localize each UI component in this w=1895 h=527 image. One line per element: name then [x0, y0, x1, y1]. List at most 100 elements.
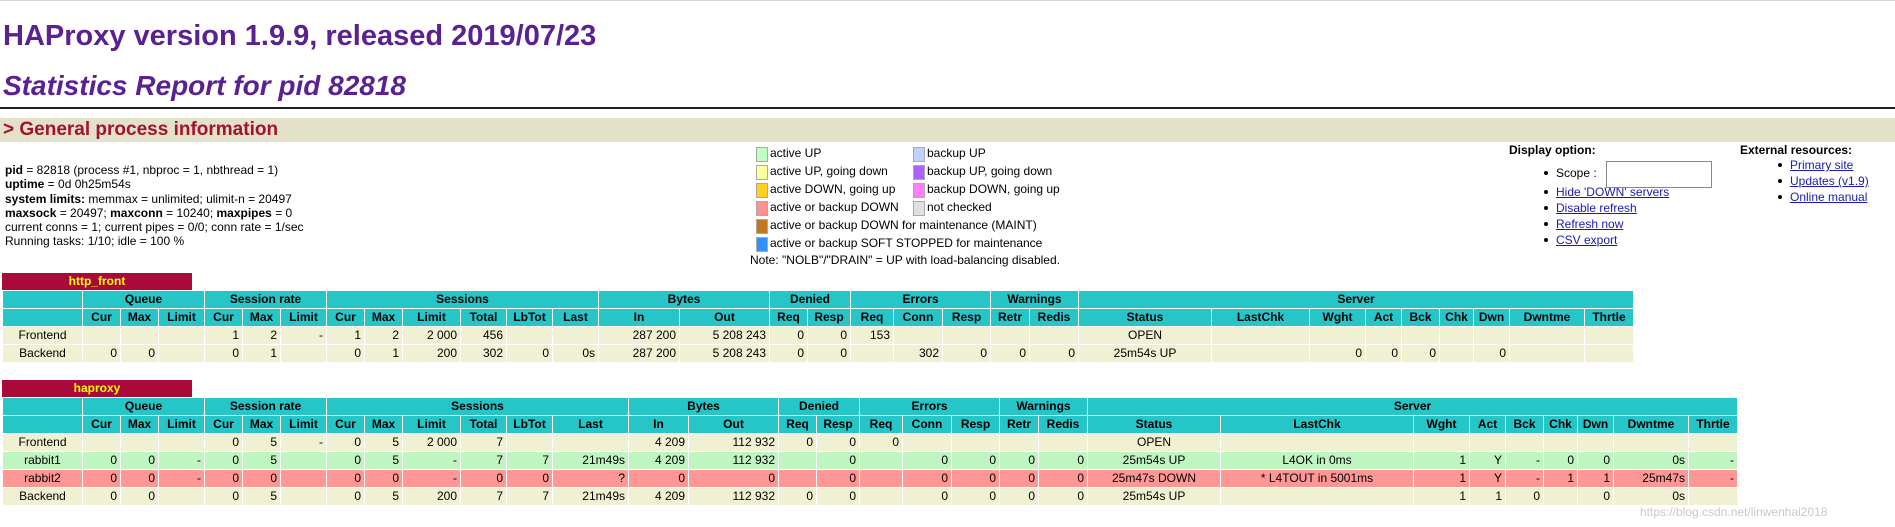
table-cell: - [280, 326, 327, 345]
table-cell [1365, 326, 1402, 345]
legend-swatch [913, 183, 925, 198]
table-cell: 2 000 [402, 433, 461, 452]
column-header: Dwntme [1509, 308, 1585, 327]
legend-swatch [756, 201, 768, 216]
table-cell: 287 200 [598, 326, 680, 345]
legend-label: active UP [770, 146, 822, 160]
primary-site-link[interactable]: Primary site [1790, 158, 1853, 172]
table-cell [1309, 326, 1366, 345]
table-cell [951, 433, 1000, 452]
table-cell: 0 [204, 344, 243, 363]
column-header: Req [850, 308, 894, 327]
info-label: uptime [5, 177, 45, 192]
column-header: Req [859, 415, 903, 434]
table-row: rabbit1 0 0-0 5 0 5-7 7 21m49s 4 209 112 932 0 0 0 0 0… [2, 451, 1738, 470]
table-cell: Y [1469, 469, 1506, 488]
table-cell [859, 469, 903, 488]
table-cell: 0 [506, 469, 553, 488]
column-header: Max [120, 308, 159, 327]
external-link-row: Online manual [1740, 190, 1869, 204]
process-info: pid = 82818 (process #1, nbproc = 1, nbt… [5, 163, 304, 249]
display-link-row: Refresh now [1509, 217, 1669, 231]
column-header: Resp [942, 308, 991, 327]
updates-link[interactable]: Updates (v1.9) [1790, 174, 1869, 188]
table-cell: 2 [364, 326, 403, 345]
page-title: HAProxy version 1.9.9, released 2019/07/… [3, 20, 597, 52]
online-manual-link[interactable]: Online manual [1790, 190, 1867, 204]
table-cell: 0 [204, 487, 243, 506]
legend-label: active or backup DOWN [770, 200, 899, 214]
bullet-icon [1544, 190, 1548, 194]
column-header: Last [552, 415, 629, 434]
page-subtitle: Statistics Report for pid 82818 [3, 70, 407, 101]
column-header: Wght [1413, 415, 1470, 434]
info-value: = 20497; [56, 205, 111, 220]
column-header: Act [1469, 415, 1506, 434]
table-row: Backend 0 0 0 1 0 1 200 302 0 0s 287 200 5 208 243 0 0… [2, 344, 1634, 363]
header-empty [2, 290, 83, 309]
table-cell [1029, 326, 1079, 345]
table-cell: 25m47s DOWN [1087, 469, 1221, 488]
column-header: Resp [951, 415, 1000, 434]
table-cell [158, 433, 205, 452]
table-cell [1211, 344, 1310, 363]
group-header: Server [1087, 397, 1738, 416]
legend-swatch [756, 237, 768, 252]
table-cell: 0 [1505, 487, 1544, 506]
table-cell [1220, 433, 1414, 452]
column-header: Cur [204, 308, 243, 327]
table-cell: OPEN [1078, 326, 1212, 345]
table-cell: 0 [82, 487, 121, 506]
table-cell: - [1505, 451, 1544, 470]
table-cell [859, 487, 903, 506]
table-row: rabbit2 0 0-0 0 0 0-0 0? 0 0 0 0 0 0 0 25m47s DOWN * L4… [2, 469, 1738, 488]
column-header: Redis [1029, 308, 1079, 327]
table-cell [778, 469, 817, 488]
table-cell [1509, 326, 1585, 345]
table-cell: 1 [326, 326, 365, 345]
table-cell: 0 [807, 344, 851, 363]
csv-export-link[interactable]: CSV export [1556, 233, 1617, 247]
legend-note: Note: "NOLB"/"DRAIN" = UP with load-bala… [750, 253, 1060, 267]
disable-refresh-link[interactable]: Disable refresh [1556, 201, 1637, 215]
scope-label: Scope : [1556, 166, 1597, 180]
table-cell: 0 [807, 326, 851, 345]
table-cell: 0 [204, 433, 243, 452]
table-cell: 7 [460, 487, 507, 506]
table-cell: ? [552, 469, 629, 488]
group-header: Sessions [326, 290, 599, 309]
column-header: Wght [1309, 308, 1366, 327]
table-cell: 0 [1038, 487, 1088, 506]
table-cell: 0 [326, 344, 365, 363]
group-header: Denied [778, 397, 860, 416]
column-header: Dwn [1577, 415, 1614, 434]
table-cell: 1 [1413, 451, 1470, 470]
info-label: maxsock [5, 205, 57, 220]
group-header: Warnings [990, 290, 1079, 309]
row-name: Frontend [2, 433, 83, 452]
group-header: Errors [859, 397, 1000, 416]
watermark: https://blog.csdn.net/linwenhai2018 [1640, 505, 1828, 519]
scope-input[interactable] [1606, 161, 1712, 188]
bullet-icon [1778, 195, 1782, 199]
refresh-now-link[interactable]: Refresh now [1556, 217, 1623, 231]
table-cell: 0 [628, 469, 689, 488]
table-cell: 0 [769, 344, 808, 363]
info-label: system limits: [5, 191, 86, 206]
table-cell: 0 [942, 344, 991, 363]
header-empty [2, 415, 83, 434]
table-cell [158, 344, 205, 363]
row-name: rabbit1 [2, 451, 83, 470]
table-cell [120, 433, 159, 452]
group-header: Sessions [326, 397, 629, 416]
external-resources-title: External resources: [1740, 143, 1853, 157]
table-cell: 0s [1613, 451, 1689, 470]
table-cell: 5 208 243 [679, 344, 770, 363]
table-cell [1584, 344, 1634, 363]
column-header: Chk [1543, 415, 1578, 434]
column-header: Out [688, 415, 779, 434]
info-label: maxpipes [216, 205, 272, 220]
table-cell: 0s [1613, 487, 1689, 506]
table-cell [1509, 344, 1585, 363]
table-cell [859, 451, 903, 470]
